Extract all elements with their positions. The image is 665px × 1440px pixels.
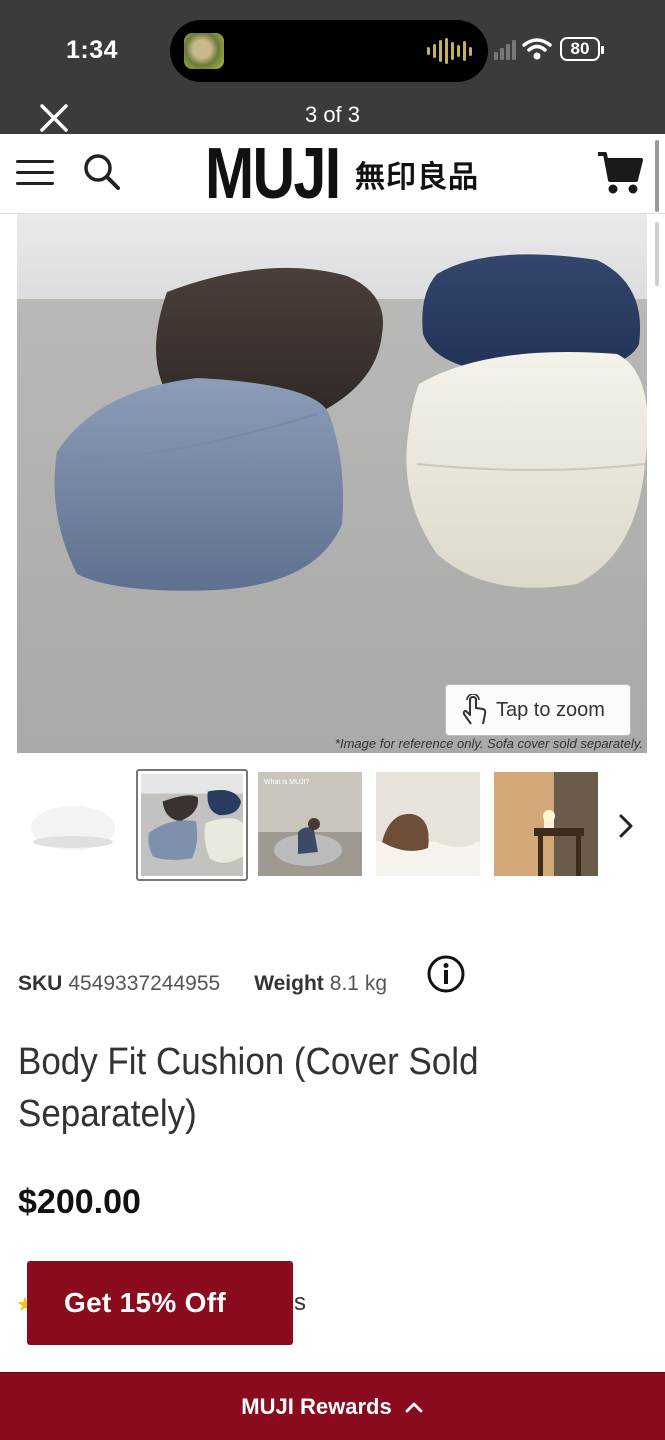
audio-wave-icon	[427, 38, 472, 64]
page-scrollbar[interactable]	[655, 140, 659, 212]
sku-value: 4549337244955	[68, 972, 221, 995]
touch-hand-icon	[462, 694, 487, 725]
viewer-page-counter: 3 of 3	[304, 102, 361, 127]
page-scrollbar-track	[655, 222, 659, 286]
thumbnail-1[interactable]	[18, 772, 122, 876]
product-price: $200.00	[18, 1183, 141, 1221]
site-header: MUJI 無印良品	[0, 134, 665, 214]
product-meta: SKU 4549337244955 Weight 8.1 kg	[18, 972, 387, 996]
image-disclaimer: *Image for reference only. Sofa cover so…	[334, 736, 643, 751]
dynamic-island[interactable]	[170, 20, 488, 82]
product-photo	[17, 214, 647, 753]
battery-indicator: 80	[560, 37, 604, 61]
muji-rewards-bar[interactable]: MUJI Rewards	[0, 1372, 665, 1440]
logo-japanese-text: 無印良品	[355, 161, 480, 194]
tap-to-zoom-label: Tap to zoom	[496, 698, 605, 721]
viewer-top-bar: 1:34 80 3 of 3	[0, 0, 665, 134]
muji-rewards-label: MUJI Rewards	[241, 1393, 392, 1419]
status-time: 1:34	[66, 36, 119, 64]
thumbnail-5[interactable]	[494, 772, 598, 876]
sku-label: SKU	[18, 972, 63, 995]
search-icon[interactable]	[82, 152, 122, 192]
cart-icon[interactable]	[596, 150, 644, 196]
chevron-up-icon	[405, 1402, 423, 1412]
get-15-off-button[interactable]: Get 15% Off	[27, 1261, 293, 1345]
thumbnail-4[interactable]	[376, 772, 480, 876]
weight-label: Weight	[254, 972, 324, 995]
logo-latin-text: MUJI	[205, 134, 341, 214]
muji-logo[interactable]: MUJI 無印良品	[205, 138, 479, 210]
product-main-image[interactable]: Tap to zoom *Image for reference only. S…	[17, 214, 647, 753]
thumbnail-3-caption: What is MUJI?	[264, 779, 310, 786]
tap-to-zoom-button[interactable]: Tap to zoom	[445, 684, 631, 736]
menu-icon[interactable]	[16, 158, 56, 188]
thumbnail-3[interactable]: What is MUJI?	[258, 772, 362, 876]
now-playing-app-icon	[184, 33, 224, 69]
weight-value: 8.1 kg	[329, 972, 388, 995]
thumbnail-2-selected[interactable]	[136, 769, 248, 881]
thumbnail-carousel: What is MUJI?	[18, 769, 648, 882]
wifi-icon	[522, 38, 552, 60]
info-icon[interactable]	[426, 954, 466, 994]
chevron-right-icon[interactable]	[614, 808, 638, 844]
product-title: Body Fit Cushion (Cover Sold Separately)	[18, 1041, 479, 1135]
reviews-link-text[interactable]: s	[294, 1289, 306, 1317]
cellular-signal-icon	[494, 40, 516, 60]
